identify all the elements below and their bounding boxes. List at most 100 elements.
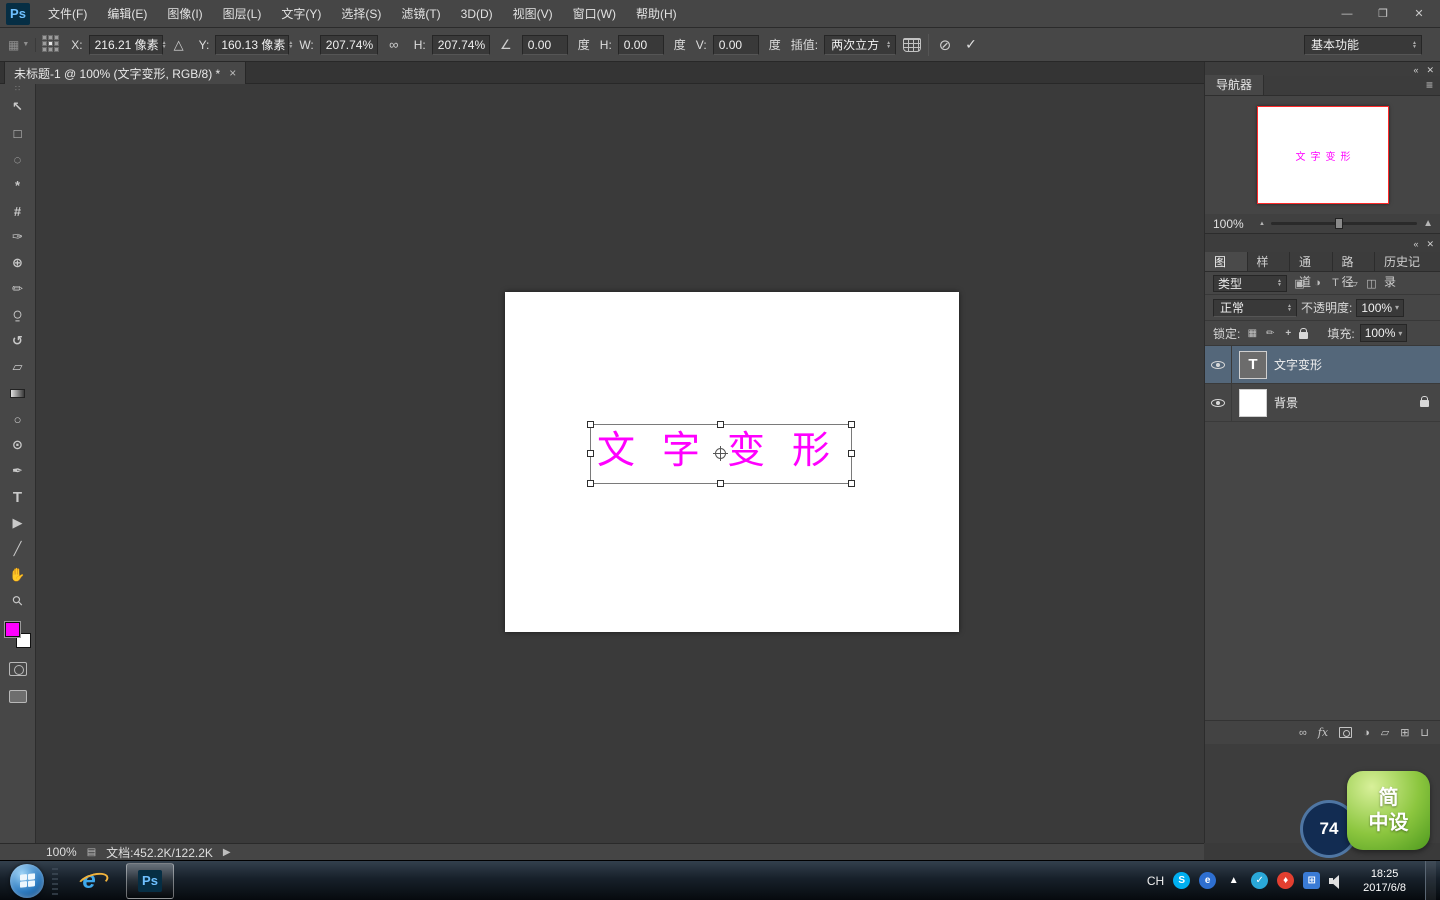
reference-point-grid[interactable]: [42, 35, 61, 54]
filter-smart-objects-icon[interactable]: ◫: [1364, 277, 1379, 290]
quick-mask-button[interactable]: [8, 662, 27, 676]
status-expand-icon[interactable]: ▶: [223, 847, 231, 858]
vskew-field[interactable]: 0.00: [712, 34, 759, 55]
relative-position-toggle[interactable]: △: [169, 35, 189, 55]
menu-item[interactable]: 图层(L): [213, 0, 272, 28]
move-tool[interactable]: ↖: [3, 94, 33, 120]
taskbar-clock[interactable]: 18:25 2017/6/8: [1353, 867, 1416, 895]
ie-taskbar-button[interactable]: e: [68, 862, 110, 900]
zoom-slider-thumb[interactable]: [1335, 218, 1344, 229]
tab-channels[interactable]: 通道: [1290, 252, 1333, 289]
minimize-button[interactable]: —: [1334, 8, 1360, 20]
eyedropper-tool[interactable]: ✑: [3, 224, 33, 250]
filter-kind-select[interactable]: 类型 ▲ ▼: [1213, 274, 1287, 292]
zoom-in-icon[interactable]: ▲: [1423, 218, 1433, 229]
visibility-cell[interactable]: [1205, 384, 1232, 421]
collapse-panels-icon[interactable]: «: [1413, 239, 1418, 249]
new-layer-icon[interactable]: ⊞: [1400, 726, 1409, 739]
lock-transparency-icon[interactable]: ▦: [1245, 328, 1259, 339]
clone-stamp-tool[interactable]: ⍜: [3, 302, 33, 328]
app-tray-icon[interactable]: e: [1199, 872, 1217, 889]
layer-row-text[interactable]: T 文字变形: [1205, 346, 1440, 384]
foreground-color-swatch[interactable]: [4, 622, 20, 637]
opacity-field[interactable]: 100% ▾: [1356, 298, 1405, 317]
photoshop-taskbar-button[interactable]: Ps: [126, 862, 174, 899]
volume-icon[interactable]: [1329, 874, 1344, 889]
layer-style-icon[interactable]: fx: [1318, 726, 1328, 739]
filter-shape-layers-icon[interactable]: ▱: [1346, 277, 1361, 290]
security-tray-icon[interactable]: ✓: [1251, 872, 1269, 889]
background-layer-thumbnail[interactable]: [1239, 388, 1267, 417]
blend-mode-select[interactable]: 正常 ▲ ▼: [1213, 298, 1297, 317]
transform-handle[interactable]: [848, 480, 855, 487]
tab-close-icon[interactable]: ×: [229, 66, 236, 80]
skype-tray-icon[interactable]: S: [1173, 872, 1191, 889]
menu-item[interactable]: 帮助(H): [626, 0, 687, 28]
menu-item[interactable]: 图像(I): [157, 0, 212, 28]
hskew-field[interactable]: 0.00: [617, 34, 664, 55]
antivirus-tray-icon[interactable]: ♦: [1277, 872, 1295, 889]
y-position-field[interactable]: 160.13 像素 ▲ ▼: [215, 34, 293, 55]
toolbar-grip-icon[interactable]: ∷: [15, 84, 20, 94]
tab-layers[interactable]: 图层: [1205, 252, 1248, 289]
transform-handle[interactable]: [848, 450, 855, 457]
line-tool[interactable]: ╱: [3, 536, 33, 562]
width-scale-field[interactable]: 207.74%: [319, 34, 378, 55]
rotation-field[interactable]: 0.00: [521, 34, 568, 55]
filter-pixel-layers-icon[interactable]: ▣: [1292, 277, 1307, 290]
menu-item[interactable]: 视图(V): [503, 0, 563, 28]
zoom-level-field[interactable]: 100%: [46, 845, 77, 859]
layer-row-background[interactable]: 背景: [1205, 384, 1440, 422]
add-layer-mask-icon[interactable]: [1339, 727, 1353, 738]
delete-layer-icon[interactable]: ⊔: [1420, 726, 1429, 739]
transform-handle[interactable]: [587, 480, 594, 487]
transform-handle[interactable]: [717, 421, 724, 428]
close-panel-icon[interactable]: ✕: [1426, 239, 1434, 250]
menu-item[interactable]: 选择(S): [331, 0, 391, 28]
cancel-transform-button[interactable]: ⊘: [935, 35, 955, 55]
menu-item[interactable]: 编辑(E): [97, 0, 157, 28]
filter-type-layers-icon[interactable]: T: [1328, 277, 1343, 290]
tab-navigator[interactable]: 导航器: [1205, 75, 1265, 95]
show-desktop-button[interactable]: [1425, 860, 1436, 900]
stepper-icon[interactable]: ▲ ▼: [159, 40, 167, 49]
maximize-button[interactable]: ❐: [1370, 7, 1396, 20]
stepper-icon[interactable]: ▲ ▼: [285, 40, 293, 49]
link-layers-icon[interactable]: ∞: [1299, 727, 1307, 739]
panel-menu-icon[interactable]: ≡: [1426, 75, 1433, 95]
layer-name[interactable]: 文字变形: [1274, 356, 1322, 373]
interpolation-select[interactable]: 两次立方 ▲ ▼: [824, 34, 897, 55]
path-selection-tool[interactable]: ▶: [3, 510, 33, 536]
collapse-panels-icon[interactable]: «: [1413, 65, 1418, 75]
menu-item[interactable]: 3D(D): [451, 0, 503, 28]
menu-item[interactable]: 滤镜(T): [391, 0, 450, 28]
height-scale-field[interactable]: 207.74%: [431, 34, 490, 55]
tab-history[interactable]: 历史记录: [1375, 252, 1440, 289]
link-dimensions-icon[interactable]: ∞: [384, 35, 404, 55]
gradient-tool[interactable]: [3, 380, 33, 406]
screen-mode-button[interactable]: [8, 690, 27, 703]
zoom-out-icon[interactable]: ▲: [1259, 221, 1265, 227]
close-panel-icon[interactable]: ✕: [1426, 65, 1434, 76]
brush-tool[interactable]: ✏: [3, 276, 33, 302]
menu-item[interactable]: 窗口(W): [563, 0, 626, 28]
quick-selection-tool[interactable]: *: [3, 172, 33, 198]
type-tool[interactable]: T: [3, 484, 33, 510]
lock-pixels-icon[interactable]: ✏: [1263, 328, 1277, 339]
filter-adjustment-layers-icon[interactable]: ◑: [1310, 277, 1325, 290]
hand-tool[interactable]: ✋: [3, 562, 33, 588]
crop-tool[interactable]: #: [3, 198, 33, 224]
transform-handle[interactable]: [587, 421, 594, 428]
lasso-tool[interactable]: ◌: [3, 146, 33, 172]
workspace-switcher[interactable]: 基本功能 ▲ ▼: [1304, 34, 1422, 55]
lock-all-icon[interactable]: [1299, 327, 1309, 339]
x-position-field[interactable]: 216.21 像素 ▲ ▼: [88, 34, 167, 55]
adjustment-layer-icon[interactable]: ◑: [1363, 727, 1370, 739]
reference-point-marker[interactable]: [713, 446, 728, 461]
transform-handle[interactable]: [587, 450, 594, 457]
navigator-view-box[interactable]: [1257, 106, 1389, 204]
start-button[interactable]: [10, 863, 44, 898]
navigator-zoom-value[interactable]: 100%: [1213, 217, 1253, 231]
zoom-tool[interactable]: ⚲: [3, 588, 33, 614]
history-brush-tool[interactable]: ↺: [3, 328, 33, 354]
